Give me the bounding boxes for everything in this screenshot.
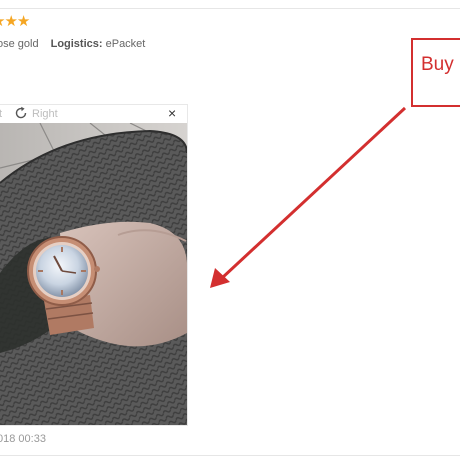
top-divider (0, 8, 460, 9)
rotate-right-icon[interactable] (14, 106, 28, 120)
annotation-callout-box: Buy (411, 38, 460, 107)
rotate-left-button[interactable]: t (0, 108, 2, 120)
annotation-callout-text: Buy (421, 54, 454, 75)
star-icon: ★ (4, 13, 17, 30)
review-photo[interactable] (0, 123, 187, 425)
rating-stars: ★★★ (0, 13, 30, 30)
star-icon: ★ (16, 13, 30, 30)
bottom-divider (0, 455, 460, 456)
logistics-label: Logistics: (50, 38, 103, 50)
image-viewer: t Right × (0, 104, 188, 426)
close-icon[interactable]: × (168, 105, 176, 121)
logistics-value: ePacket (105, 38, 146, 50)
review-date: 018 00:33 (0, 433, 46, 445)
review-attributes: ose gold Logistics: ePacket (0, 38, 145, 50)
color-attribute-value: ose gold (0, 38, 39, 50)
wristwatch-photo (0, 123, 187, 425)
image-viewer-toolbar: t Right × (0, 105, 187, 122)
rotate-right-button[interactable]: Right (32, 108, 58, 120)
